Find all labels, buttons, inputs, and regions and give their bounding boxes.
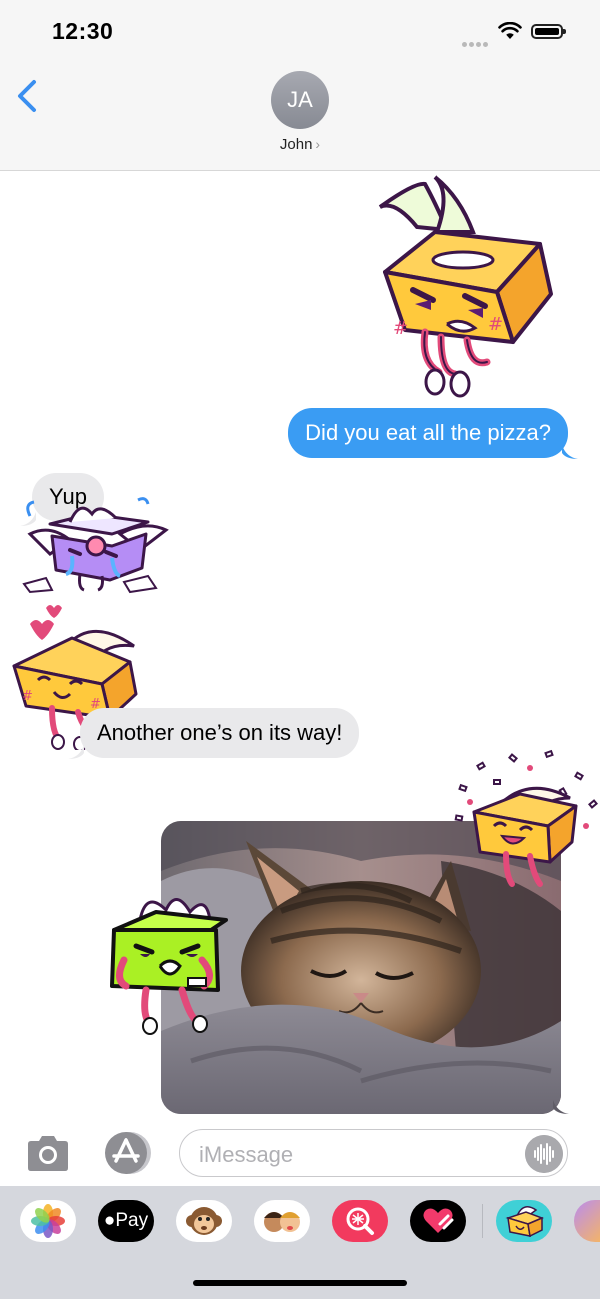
- audio-waveform-icon[interactable]: [525, 1135, 563, 1173]
- message-text: Did you eat all the pizza?: [305, 420, 551, 445]
- camera-icon[interactable]: [24, 1134, 72, 1174]
- heart-touch-icon[interactable]: [410, 1200, 466, 1242]
- partial-app-icon[interactable]: [574, 1200, 600, 1242]
- contact-name-button[interactable]: John ›: [0, 136, 600, 153]
- image-search-icon[interactable]: [332, 1200, 388, 1242]
- apple-logo-icon: ●: [103, 1210, 116, 1231]
- photos-icon[interactable]: [20, 1200, 76, 1242]
- incoming-message-bubble[interactable]: Another one’s on its way!: [80, 708, 360, 758]
- memoji-stickers-icon[interactable]: [254, 1200, 310, 1242]
- shocked-green-tissue-box-sticker[interactable]: [106, 890, 246, 1036]
- back-chevron-icon[interactable]: [14, 78, 46, 114]
- angry-tissue-box-sticker[interactable]: # #: [355, 172, 560, 400]
- imessage-placeholder: iMessage: [199, 1142, 294, 1167]
- drawer-divider: [482, 1204, 483, 1238]
- imessage-input[interactable]: iMessage: [179, 1129, 568, 1177]
- bubble-tail: [562, 445, 578, 459]
- imessage-app-drawer: ●Pay: [0, 1186, 600, 1299]
- conversation-header: JA John ›: [0, 60, 600, 171]
- contact-avatar[interactable]: JA: [271, 71, 329, 129]
- outgoing-message-bubble[interactable]: Did you eat all the pizza?: [288, 408, 568, 458]
- contact-name: John: [279, 136, 313, 153]
- cellular-signal-icon: [462, 34, 490, 52]
- svg-text:#: #: [488, 314, 503, 335]
- wifi-icon: [498, 22, 522, 39]
- apple-pay-icon[interactable]: ●Pay: [98, 1200, 154, 1242]
- status-bar: 12:30: [0, 0, 600, 60]
- monkey-icon[interactable]: [176, 1200, 232, 1242]
- battery-icon: [531, 24, 566, 39]
- chevron-right-icon: ›: [315, 136, 321, 152]
- tissue-box-sticker-icon[interactable]: [496, 1200, 552, 1242]
- svg-text:#: #: [393, 318, 408, 339]
- app-store-icon[interactable]: [102, 1131, 152, 1175]
- celebrating-tissue-box-sticker[interactable]: [450, 746, 600, 892]
- bubble-tail: [553, 1100, 569, 1114]
- crying-tissue-box-sticker[interactable]: [20, 494, 170, 602]
- svg-text:#: #: [22, 689, 33, 704]
- home-indicator[interactable]: [193, 1280, 407, 1286]
- status-time: 12:30: [52, 18, 114, 44]
- apple-pay-label: Pay: [115, 1210, 149, 1231]
- message-text: Another one’s on its way!: [97, 720, 343, 745]
- bubble-tail: [68, 745, 84, 759]
